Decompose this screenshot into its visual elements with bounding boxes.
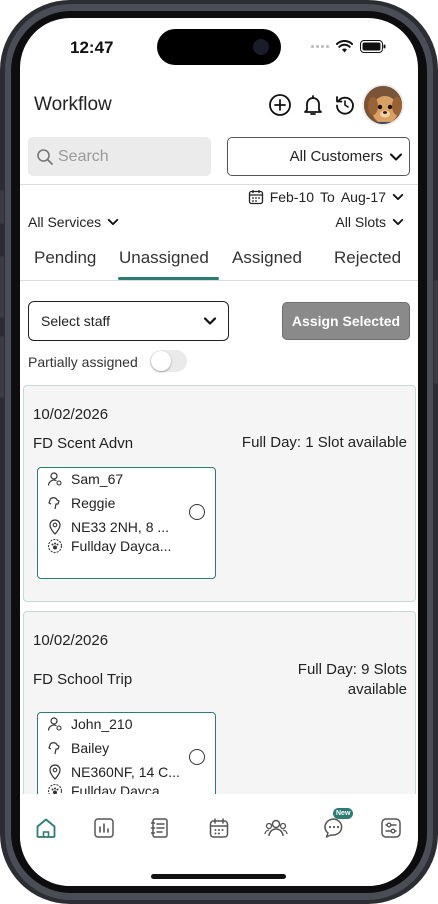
- card-date: 10/02/2026: [33, 632, 109, 649]
- refresh-icon[interactable]: [332, 92, 358, 118]
- date-to: Aug-17: [340, 189, 386, 205]
- volume-up-button: [0, 256, 4, 318]
- services-filter[interactable]: All Services: [28, 214, 119, 230]
- chevron-down-icon: [390, 153, 402, 160]
- battery-icon: [360, 40, 386, 53]
- entry-service-row: Fullday Dayca...: [47, 538, 171, 554]
- card-slots-info: Full Day: 9 Slots available: [298, 660, 407, 700]
- card-slots-line1: Full Day: 9 Slots: [297, 661, 407, 678]
- reports-icon[interactable]: [91, 815, 117, 841]
- status-icons: [311, 40, 386, 53]
- entry-address: NE33 2NH, 8 ...: [71, 519, 170, 535]
- user-settings-icon: [47, 471, 63, 487]
- entry-user-row: John_210: [47, 716, 133, 732]
- avatar[interactable]: [362, 84, 404, 126]
- divider: [20, 184, 418, 185]
- entry-pet-row: Bailey: [47, 740, 109, 756]
- signal-icon: [311, 45, 329, 48]
- card-slots-line2: available: [347, 681, 407, 698]
- dog-photo-icon: [364, 86, 402, 124]
- user-settings-icon: [47, 716, 63, 732]
- card-date: 10/02/2026: [33, 406, 109, 423]
- bell-icon[interactable]: [300, 92, 326, 118]
- power-button: [434, 280, 438, 384]
- entry-address-row: NE33 2NH, 8 ...: [47, 519, 169, 535]
- entry-pet: Bailey: [71, 740, 110, 756]
- dynamic-island: [157, 29, 281, 65]
- slots-filter-label: All Slots: [335, 214, 386, 230]
- select-radio[interactable]: [189, 749, 205, 765]
- location-pin-icon: [47, 764, 63, 780]
- staff-select-placeholder: Select staff: [41, 313, 111, 329]
- partially-assigned-label: Partially assigned: [28, 354, 138, 370]
- notes-icon[interactable]: [147, 815, 173, 841]
- entry-address-row: NE360NF, 14 C...: [47, 764, 180, 780]
- tab-assigned[interactable]: Assigned: [232, 248, 302, 268]
- entry-user: John_210: [71, 716, 133, 732]
- card-service-name: FD Scent Advn: [33, 435, 134, 452]
- status-tabs: Pending Unassigned Assigned Rejected: [20, 244, 418, 280]
- action-button: [0, 190, 4, 224]
- entry-pet: Reggie: [71, 495, 116, 511]
- assign-selected-button[interactable]: Assign Selected: [282, 302, 410, 340]
- home-icon[interactable]: [33, 815, 59, 841]
- slots-filter[interactable]: All Slots: [335, 214, 404, 230]
- dog-icon: [47, 740, 63, 756]
- chevron-down-icon: [107, 218, 119, 226]
- location-pin-icon: [47, 519, 63, 535]
- app-screen: 12:47 Workflow Search All Customers Feb-…: [20, 18, 418, 886]
- customer-select-value: All Customers: [289, 148, 383, 165]
- customer-select[interactable]: All Customers: [227, 137, 410, 176]
- people-icon[interactable]: [263, 815, 289, 841]
- tab-pending[interactable]: Pending: [34, 248, 96, 268]
- date-from: Feb-10: [269, 189, 315, 205]
- date-range-picker[interactable]: Feb-10 To Aug-17: [248, 189, 404, 205]
- date-to-label: To: [320, 189, 335, 205]
- bottom-nav: New: [20, 794, 418, 886]
- select-radio[interactable]: [189, 504, 205, 520]
- staff-select[interactable]: Select staff: [28, 301, 229, 341]
- entry-user: Sam_67: [71, 471, 124, 487]
- entry-address: NE360NF, 14 C...: [71, 764, 180, 780]
- booking-card: 10/02/2026 FD School Trip Full Day: 9 Sl…: [23, 611, 416, 824]
- booking-entry[interactable]: Sam_67 Reggie NE33 2NH, 8 ... Fullday Da…: [37, 467, 216, 579]
- divider: [20, 280, 418, 281]
- tab-rejected[interactable]: Rejected: [334, 248, 401, 268]
- services-filter-label: All Services: [28, 214, 102, 230]
- home-indicator[interactable]: [151, 874, 286, 879]
- booking-card: 10/02/2026 FD Scent Advn Full Day: 1 Slo…: [23, 385, 416, 602]
- camera-icon: [253, 39, 269, 55]
- card-service-name: FD School Trip: [33, 671, 133, 688]
- entry-service: Fullday Dayca...: [71, 538, 172, 554]
- dog-icon: [47, 495, 63, 511]
- search-input[interactable]: Search: [28, 137, 211, 176]
- tab-unassigned[interactable]: Unassigned: [119, 248, 219, 268]
- card-slots-info: Full Day: 1 Slot available: [241, 434, 407, 451]
- new-badge: New: [333, 808, 354, 819]
- calendar-icon: [248, 190, 263, 205]
- paw-badge-icon: [47, 538, 63, 554]
- add-circle-icon[interactable]: [267, 92, 293, 118]
- status-time: 12:47: [70, 38, 114, 57]
- wifi-icon: [336, 40, 353, 53]
- entry-pet-row: Reggie: [47, 495, 115, 511]
- chevron-down-icon: [392, 218, 404, 226]
- toggle-knob: [151, 351, 171, 371]
- entry-user-row: Sam_67: [47, 471, 123, 487]
- search-placeholder: Search: [58, 147, 109, 165]
- settings-icon[interactable]: [378, 815, 404, 841]
- search-icon: [37, 148, 53, 165]
- chevron-down-icon: [392, 193, 404, 201]
- page-title: Workflow: [34, 94, 112, 115]
- partially-assigned-toggle[interactable]: [150, 350, 187, 372]
- chevron-down-icon: [203, 317, 217, 325]
- volume-down-button: [0, 336, 4, 398]
- calendar-icon[interactable]: [206, 815, 232, 841]
